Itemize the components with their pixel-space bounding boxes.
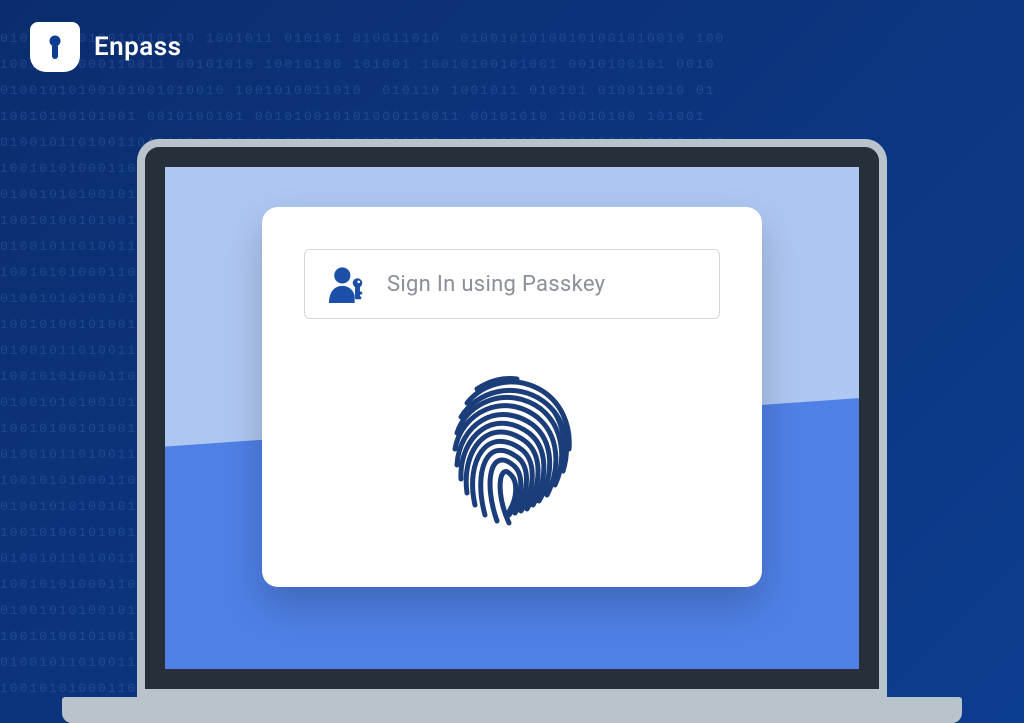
signin-card: Sign In using Passkey	[262, 207, 762, 587]
brand-logo-lockup: Enpass	[30, 22, 182, 72]
laptop-screen: Sign In using Passkey	[165, 167, 859, 669]
laptop-illustration: Sign In using Passkey	[62, 139, 962, 723]
laptop-frame: Sign In using Passkey	[145, 147, 879, 689]
fingerprint-icon	[437, 367, 587, 532]
laptop-base	[62, 697, 962, 723]
user-key-icon	[327, 265, 369, 303]
enpass-shield-icon	[30, 22, 80, 72]
passkey-signin-button[interactable]: Sign In using Passkey	[304, 249, 720, 319]
passkey-button-label: Sign In using Passkey	[387, 272, 605, 297]
laptop-bezel: Sign In using Passkey	[137, 139, 887, 697]
brand-name: Enpass	[94, 32, 182, 62]
